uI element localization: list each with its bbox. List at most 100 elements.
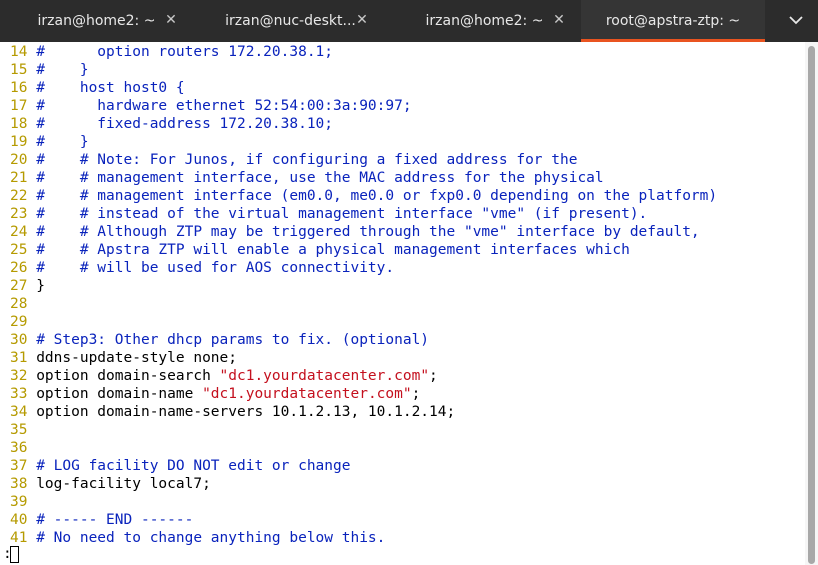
line-number: 38 — [10, 476, 37, 492]
tab-3[interactable]: irzan@home2: ~ ✕ — [388, 0, 581, 42]
code-line: 18 # fixed-address 172.20.38.10; — [10, 115, 333, 133]
line-number: 40 — [10, 512, 37, 528]
code-line: 22 # # management interface (em0.0, me0.… — [10, 187, 717, 205]
string-literal: "dc1.yourdatacenter.com" — [202, 386, 412, 402]
scrollbar-thumb[interactable] — [808, 46, 815, 564]
code-text: ; — [429, 368, 438, 384]
code-line: 38 log-facility local7; — [10, 475, 211, 493]
close-icon[interactable]: ✕ — [162, 11, 180, 29]
tab-bar: irzan@home2: ~ ✕ irzan@nuc-deskt... ✕ ir… — [0, 0, 818, 42]
text-cursor — [10, 546, 19, 563]
code-line: 15 # } — [10, 61, 89, 79]
line-number: 18 — [10, 116, 37, 132]
comment-text: # # management interface, use the MAC ad… — [36, 170, 604, 186]
tab-title: irzan@home2: ~ — [37, 13, 156, 29]
line-number: 28 — [10, 296, 37, 312]
code-text: option domain-name — [36, 386, 203, 402]
code-line: 27 } — [10, 277, 45, 295]
code-text: ; — [411, 386, 421, 402]
line-number: 32 — [10, 368, 37, 384]
code-line: 14 # option routers 172.20.38.1; — [10, 43, 333, 61]
line-number: 39 — [10, 494, 37, 510]
code-line: 33 option domain-name "dc1.yourdatacente… — [10, 385, 420, 403]
line-number: 20 — [10, 152, 37, 168]
comment-text: # fixed-address 172.20.38.10; — [36, 116, 334, 132]
comment-text: # } — [36, 62, 89, 78]
comment-text: # ----- END ------ — [36, 512, 194, 528]
line-number: 21 — [10, 170, 37, 186]
tab-4[interactable]: root@apstra-ztp: ~ — [581, 0, 765, 42]
line-number: 15 — [10, 62, 37, 78]
code-line: 23 # # instead of the virtual management… — [10, 205, 647, 223]
line-number: 14 — [10, 44, 37, 60]
line-number: 16 — [10, 80, 37, 96]
line-number: 30 — [10, 332, 37, 348]
code-line: 36 — [10, 439, 36, 457]
code-line: 39 — [10, 493, 36, 511]
line-number: 37 — [10, 458, 37, 474]
comment-text: # # management interface (em0.0, me0.0 o… — [36, 188, 718, 204]
comment-text: # hardware ethernet 52:54:00:3a:90:97; — [36, 98, 412, 114]
tab-1[interactable]: irzan@home2: ~ ✕ — [0, 0, 193, 42]
comment-text: # # Note: For Junos, if configuring a fi… — [36, 152, 578, 168]
comment-text: # # Although ZTP may be triggered throug… — [36, 224, 700, 240]
code-line: 21 # # management interface, use the MAC… — [10, 169, 604, 187]
comment-text: # # instead of the virtual management in… — [36, 206, 648, 222]
code-line: 41 # No need to change anything below th… — [10, 529, 385, 547]
tab-title: root@apstra-ztp: ~ — [605, 13, 741, 29]
string-literal: "dc1.yourdatacenter.com" — [219, 368, 430, 384]
tab-title: irzan@home2: ~ — [425, 13, 544, 29]
comment-text: # No need to change anything below this. — [36, 530, 386, 546]
line-number: 19 — [10, 134, 37, 150]
close-icon[interactable]: ✕ — [353, 11, 371, 29]
code-line: 26 # # will be used for AOS connectivity… — [10, 259, 394, 277]
code-text: option domain-search — [36, 368, 220, 384]
line-number: 25 — [10, 242, 37, 258]
scrollbar[interactable] — [805, 42, 818, 565]
comment-text: # # Apstra ZTP will enable a physical ma… — [36, 242, 630, 258]
code-line: 32 option domain-search "dc1.yourdatacen… — [10, 367, 438, 385]
line-number: 41 — [10, 530, 37, 546]
code-line: 20 # # Note: For Junos, if configuring a… — [10, 151, 577, 169]
code-line: 16 # host host0 { — [10, 79, 185, 97]
chevron-down-icon[interactable] — [786, 12, 806, 30]
line-number: 33 — [10, 386, 37, 402]
comment-text: # LOG facility DO NOT edit or change — [36, 458, 351, 474]
code-line: 34 option domain-name-servers 10.1.2.13,… — [10, 403, 455, 421]
line-number: 17 — [10, 98, 37, 114]
comment-text: # # will be used for AOS connectivity. — [36, 260, 395, 276]
tab-title: irzan@nuc-deskt... — [225, 13, 356, 29]
close-icon[interactable]: ✕ — [550, 11, 568, 29]
code-text: ddns-update-style none; — [36, 350, 237, 366]
comment-text: # option routers 172.20.38.1; — [36, 44, 334, 60]
code-line: 31 ddns-update-style none; — [10, 349, 237, 367]
line-number: 34 — [10, 404, 37, 420]
code-text: option domain-name-servers 10.1.2.13, 10… — [36, 404, 456, 420]
code-line: 40 # ----- END ------ — [10, 511, 193, 529]
terminal-content[interactable]: 14 # option routers 172.20.38.1; 15 # } 16… — [0, 42, 805, 565]
comment-text: # Step3: Other dhcp params to fix. (opti… — [36, 332, 430, 348]
code-line: 35 — [10, 421, 36, 439]
line-number: 22 — [10, 188, 37, 204]
code-line: 17 # hardware ethernet 52:54:00:3a:90:97… — [10, 97, 412, 115]
line-number: 35 — [10, 422, 37, 438]
code-line: 30 # Step3: Other dhcp params to fix. (o… — [10, 331, 429, 349]
line-number: 31 — [10, 350, 37, 366]
comment-text: # } — [36, 134, 89, 150]
line-number: 24 — [10, 224, 37, 240]
code-line: 19 # } — [10, 133, 89, 151]
line-number: 27 — [10, 278, 37, 294]
code-line: 28 — [10, 295, 36, 313]
code-line: 37 # LOG facility DO NOT edit or change — [10, 457, 350, 475]
code-text: log-facility local7; — [36, 476, 211, 492]
line-number: 23 — [10, 206, 37, 222]
comment-text: # host host0 { — [36, 80, 185, 96]
tab-2[interactable]: irzan@nuc-deskt... ✕ — [193, 0, 388, 42]
code-line: 24 # # Although ZTP may be triggered thr… — [10, 223, 700, 241]
code-line: 25 # # Apstra ZTP will enable a physical… — [10, 241, 630, 259]
code-line: 29 — [10, 313, 36, 331]
line-number: 29 — [10, 314, 37, 330]
line-number: 26 — [10, 260, 37, 276]
line-number: 36 — [10, 440, 37, 456]
code-text: } — [36, 278, 45, 294]
